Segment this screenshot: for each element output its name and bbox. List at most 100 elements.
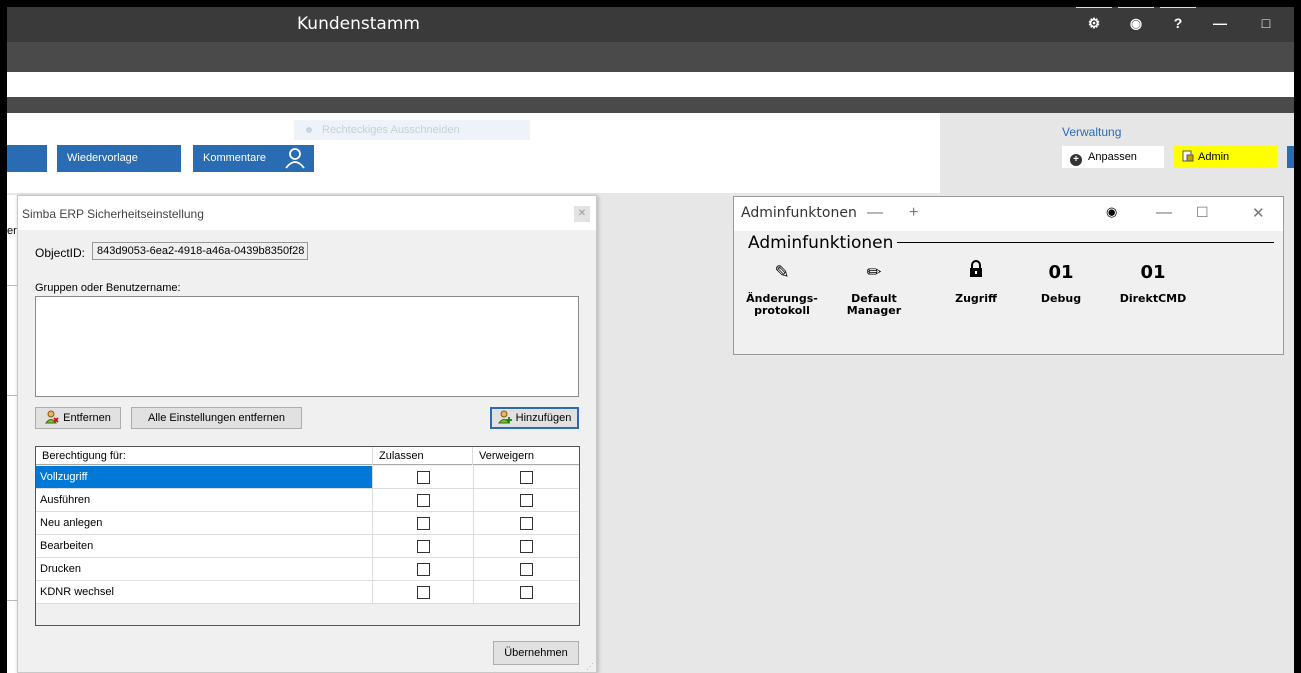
admin-function-label: Debug: [1040, 292, 1082, 305]
gear-icon: ⚙: [1087, 15, 1101, 31]
ghost-menu-label: Rechteckiges Ausschneiden: [322, 124, 460, 136]
users-icon: [285, 148, 305, 169]
pencil-icon: ✏: [866, 262, 882, 283]
deny-checkbox[interactable]: [520, 517, 533, 530]
binary-icon: 01: [1140, 262, 1166, 283]
deny-checkbox[interactable]: [520, 494, 533, 507]
admin-function-default[interactable]: ✏ Default Manager: [829, 259, 919, 317]
allow-checkbox[interactable]: [417, 517, 430, 530]
permission-name: Ausführen: [36, 489, 373, 511]
dialog-close-button[interactable]: ✕: [574, 206, 590, 222]
plus-circle-icon: +: [1070, 154, 1082, 166]
admin-label: Admin: [1198, 151, 1230, 163]
camera-icon[interactable]: ◉: [1106, 204, 1117, 220]
table-row[interactable]: Ausführen: [36, 489, 579, 512]
uebernehmen-button[interactable]: Übernehmen: [493, 641, 579, 665]
hinzufuegen-label: Hinzufügen: [515, 412, 572, 424]
toolbar-strip: [0, 72, 1301, 97]
admin-function-direktcmd[interactable]: 01 DirektCMD: [1108, 259, 1198, 305]
lock-icon: [931, 259, 1021, 287]
allow-checkbox[interactable]: [417, 494, 430, 507]
groups-listbox[interactable]: [35, 296, 579, 397]
resize-grip-icon[interactable]: ⋰: [586, 662, 594, 671]
close-icon: ✕: [577, 208, 587, 219]
table-row[interactable]: Bearbeiten: [36, 535, 579, 558]
admin-window-titlebar: Adminfunktonen — + ◉ — ☐ ✕: [734, 197, 1283, 231]
toolbar-separator: [0, 97, 1301, 113]
column-header-allow[interactable]: Zulassen: [373, 447, 473, 465]
anpassen-label: Anpassen: [1088, 151, 1137, 163]
hinzufuegen-button[interactable]: Hinzufügen: [490, 407, 579, 429]
column-header-deny[interactable]: Verweigern: [473, 447, 580, 465]
admin-icon: [1182, 150, 1194, 162]
entfernen-button[interactable]: Entfernen: [35, 407, 121, 429]
minimize-icon: —: [1213, 15, 1227, 31]
window-title: Kundenstamm: [297, 14, 420, 34]
objectid-label: ObjectID:: [35, 246, 86, 260]
anpassen-button[interactable]: + Anpassen: [1062, 146, 1164, 168]
groups-label: Gruppen oder Benutzername:: [35, 282, 181, 294]
minimize-icon[interactable]: —: [867, 204, 883, 222]
maximize-icon: □: [1261, 15, 1271, 31]
window-close-icon[interactable]: ✕: [1252, 204, 1265, 222]
column-header-permission[interactable]: Berechtigung für:: [36, 447, 373, 465]
admin-function-label: DirektCMD: [1119, 292, 1187, 305]
deny-checkbox[interactable]: [520, 540, 533, 553]
allow-checkbox[interactable]: [417, 471, 430, 484]
admin-function-label: Zugriff: [955, 292, 997, 305]
kommentare-button[interactable]: Kommentare: [193, 145, 314, 172]
table-row[interactable]: KDNR wechsel: [36, 581, 579, 604]
ghost-menu-item: Rechteckiges Ausschneiden: [294, 120, 530, 140]
permission-name: Vollzugriff: [36, 466, 373, 488]
admin-window-title: Adminfunktonen: [741, 205, 857, 221]
binary-icon: 01: [1048, 262, 1074, 283]
remove-user-icon: [45, 410, 59, 424]
admin-function--nderungs[interactable]: ✎ Änderungs-protokoll: [737, 259, 827, 317]
allow-checkbox[interactable]: [417, 563, 430, 576]
kommentare-label: Kommentare: [203, 152, 266, 164]
permissions-table: Berechtigung für: Zulassen Verweigern Vo…: [35, 446, 580, 626]
help-button[interactable]: ?: [1158, 6, 1198, 38]
admin-button[interactable]: Admin: [1174, 146, 1277, 168]
table-header: Berechtigung für: Zulassen Verweigern: [36, 447, 579, 465]
admin-function-zugriff[interactable]: Zugriff: [931, 259, 1021, 305]
permission-name: Bearbeiten: [36, 535, 373, 557]
permission-name: Drucken: [36, 558, 373, 580]
admin-function-label: Default Manager: [846, 292, 902, 317]
menu-bar: [0, 42, 1301, 72]
security-dialog: Simba ERP Sicherheitseinstellung ✕ Objec…: [17, 195, 597, 673]
deny-checkbox[interactable]: [520, 586, 533, 599]
window-minimize-icon[interactable]: —: [1156, 204, 1172, 222]
permission-name: KDNR wechsel: [36, 581, 373, 603]
remove-all-settings-button[interactable]: Alle Einstellungen entfernen: [131, 407, 302, 429]
maximize-button[interactable]: □: [1246, 6, 1286, 38]
table-row[interactable]: Drucken: [36, 558, 579, 581]
table-row[interactable]: Neu anlegen: [36, 512, 579, 535]
settings-button[interactable]: ⚙: [1074, 6, 1114, 38]
dialog-title: Simba ERP Sicherheitseinstellung: [18, 196, 596, 230]
ribbon-button-cut[interactable]: [7, 145, 47, 172]
admin-group-title: Adminfunktionen: [744, 233, 898, 253]
title-bar: Kundenstamm ⚙ ◉ ? — □: [0, 0, 1301, 42]
permission-name: Neu anlegen: [36, 512, 373, 534]
table-row[interactable]: Vollzugriff: [36, 466, 579, 489]
deny-checkbox[interactable]: [520, 471, 533, 484]
add-user-icon: [497, 410, 512, 424]
minimize-button[interactable]: —: [1200, 6, 1240, 38]
screenshot-button[interactable]: ◉: [1116, 6, 1156, 38]
plus-icon[interactable]: +: [909, 204, 918, 222]
objectid-field[interactable]: 843d9053-6ea2-4918-a46a-0439b8350f28: [92, 242, 308, 260]
allow-checkbox[interactable]: [417, 540, 430, 553]
deny-checkbox[interactable]: [520, 563, 533, 576]
help-icon: ?: [1173, 15, 1183, 31]
allow-checkbox[interactable]: [417, 586, 430, 599]
camera-icon: ◉: [1129, 15, 1143, 31]
wiedervorlage-button[interactable]: Wiedervorlage: [57, 145, 181, 172]
admin-function-debug[interactable]: 01 Debug: [1016, 259, 1106, 305]
panel-accent: [1287, 146, 1294, 168]
clipped-text: er: [7, 225, 17, 237]
log-icon: ✎: [774, 262, 790, 283]
admin-functions-window: Adminfunktonen — + ◉ — ☐ ✕ Adminfunktion…: [733, 196, 1284, 355]
window-maximize-icon[interactable]: ☐: [1196, 204, 1209, 221]
background-form: er: [7, 195, 17, 673]
